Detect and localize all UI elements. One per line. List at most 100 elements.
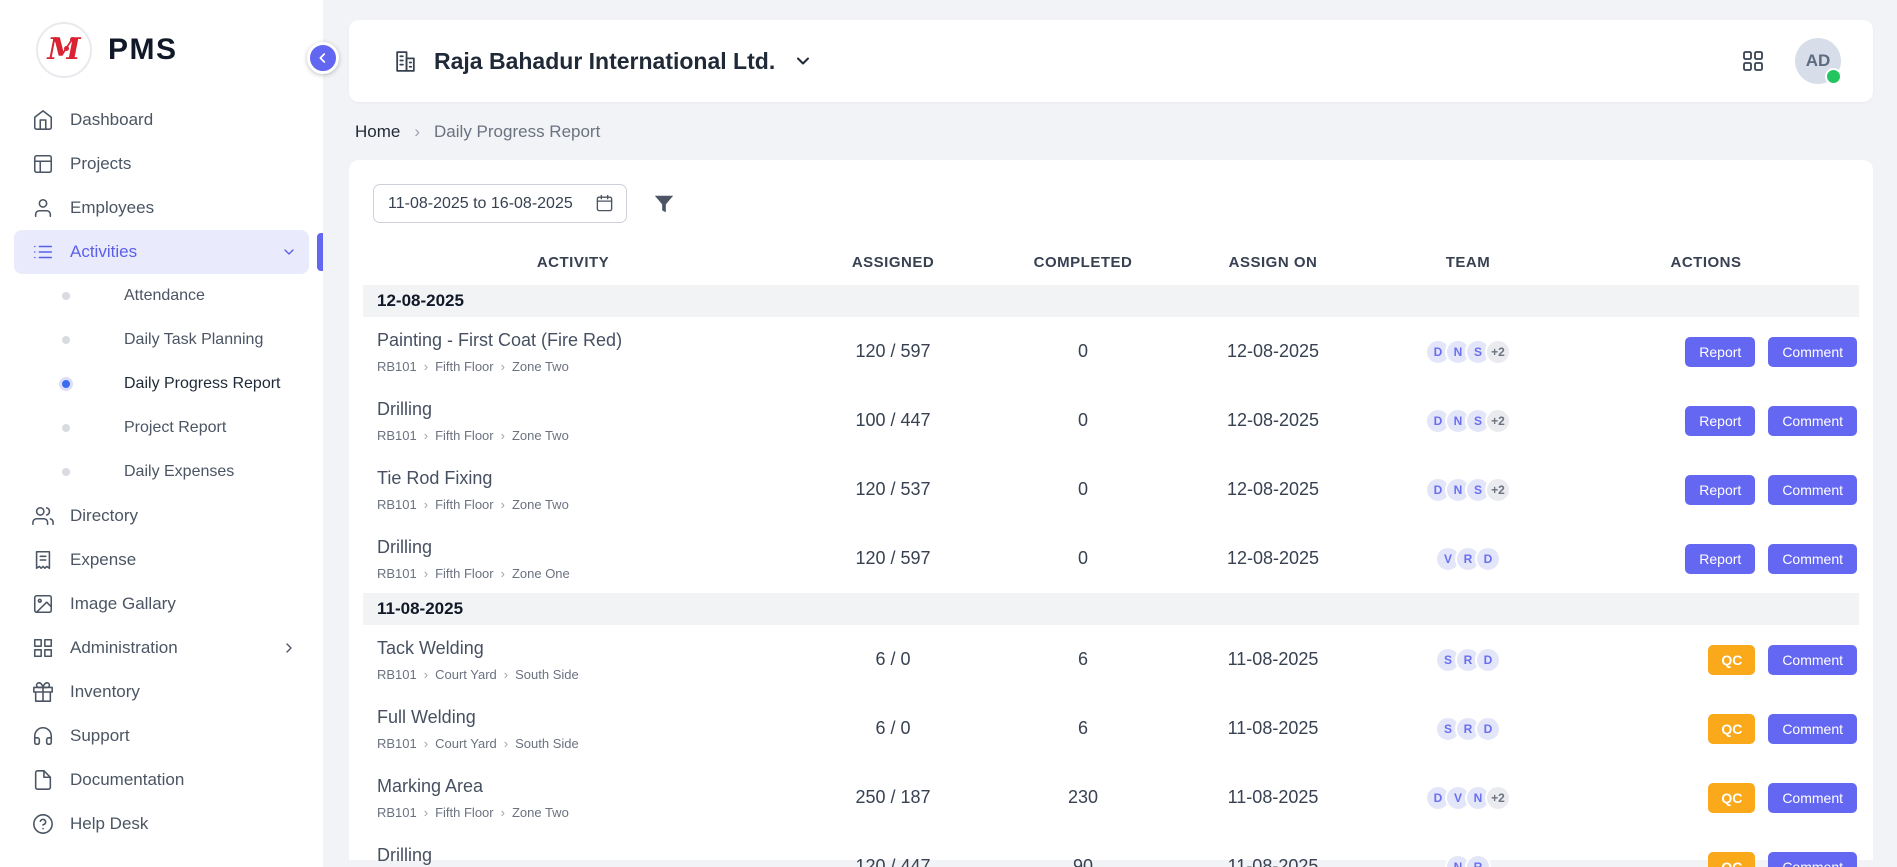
team-avatars: D N S +2 — [1383, 408, 1553, 434]
table-row: Drilling RB101 Fifth Floor Zone Two 120 … — [363, 832, 1859, 867]
comment-button[interactable]: Comment — [1768, 645, 1857, 675]
top-header: Raja Bahadur International Ltd. AD — [349, 20, 1873, 102]
chevron-separator-icon — [504, 736, 508, 751]
sidebar-item-inventory[interactable]: Inventory — [14, 670, 309, 714]
inventory-icon — [32, 681, 54, 703]
qc-button[interactable]: QC — [1708, 852, 1755, 867]
sidebar-item-dashboard[interactable]: Dashboard — [14, 98, 309, 142]
actions-cell: QC Comment — [1553, 783, 1859, 813]
activity-title: Tie Rod Fixing — [377, 468, 783, 489]
building-icon — [393, 49, 418, 74]
sidebar-collapse-button[interactable] — [307, 42, 339, 74]
progress-table: ACTIVITY ASSIGNED COMPLETED ASSIGN ON TE… — [349, 239, 1873, 867]
chevron-down-icon — [281, 244, 297, 260]
chevron-separator-icon — [414, 122, 420, 142]
team-avatar[interactable]: D — [1475, 647, 1501, 673]
sidebar-item-label: Directory — [70, 506, 138, 526]
topbar-right: AD — [1741, 38, 1841, 84]
assigned-value: 100 / 447 — [783, 410, 1003, 431]
assigned-value: 120 / 597 — [783, 548, 1003, 569]
chevron-separator-icon — [501, 359, 505, 374]
table-row: Painting - First Coat (Fire Red) RB101 F… — [363, 317, 1859, 386]
breadcrumb-current: Daily Progress Report — [434, 122, 600, 142]
team-avatar-more[interactable]: +2 — [1485, 408, 1511, 434]
chevron-separator-icon — [424, 667, 428, 682]
sidebar-item-help-desk[interactable]: Help Desk — [14, 802, 309, 846]
column-header-activity: ACTIVITY — [363, 254, 783, 271]
sidebar-item-documentation[interactable]: Documentation — [14, 758, 309, 802]
sidebar-item-daily-task-planning[interactable]: Daily Task Planning — [14, 318, 309, 362]
home-icon — [32, 109, 54, 131]
chevron-separator-icon — [504, 667, 508, 682]
comment-button[interactable]: Comment — [1768, 475, 1857, 505]
report-button[interactable]: Report — [1685, 544, 1755, 574]
sidebar-item-administration[interactable]: Administration — [14, 626, 309, 670]
calendar-icon — [595, 194, 614, 213]
chevron-down-icon — [793, 51, 813, 71]
sidebar-item-project-report[interactable]: Project Report — [14, 406, 309, 450]
apps-grid-icon[interactable] — [1741, 49, 1765, 73]
team-avatar-more[interactable]: +2 — [1485, 477, 1511, 503]
team-avatar-more[interactable]: +2 — [1485, 339, 1511, 365]
assign-on-value: 12-08-2025 — [1163, 341, 1383, 362]
activity-cell: Drilling RB101 Fifth Floor Zone One — [363, 537, 783, 581]
sidebar-item-attendance[interactable]: Attendance — [14, 274, 309, 318]
completed-value: 90 — [1003, 856, 1163, 867]
comment-button[interactable]: Comment — [1768, 544, 1857, 574]
user-avatar[interactable]: AD — [1795, 38, 1841, 84]
sidebar-item-projects[interactable]: Projects — [14, 142, 309, 186]
actions-cell: QC Comment — [1553, 852, 1859, 867]
sidebar-subitem-label: Attendance — [124, 287, 205, 305]
qc-button[interactable]: QC — [1708, 714, 1755, 744]
assign-on-value: 12-08-2025 — [1163, 479, 1383, 500]
activity-title: Drilling — [377, 399, 783, 420]
main-content: Raja Bahadur International Ltd. AD Home … — [323, 0, 1897, 867]
assign-on-value: 11-08-2025 — [1163, 649, 1383, 670]
filter-icon[interactable] — [653, 193, 675, 215]
comment-button[interactable]: Comment — [1768, 714, 1857, 744]
actions-cell: QC Comment — [1553, 714, 1859, 744]
activity-cell: Drilling RB101 Fifth Floor Zone Two — [363, 845, 783, 867]
sidebar-subitem-label: Daily Progress Report — [124, 375, 281, 393]
report-button[interactable]: Report — [1685, 475, 1755, 505]
activity-cell: Painting - First Coat (Fire Red) RB101 F… — [363, 330, 783, 374]
team-avatar[interactable]: R — [1465, 854, 1491, 867]
actions-cell: Report Comment — [1553, 475, 1859, 505]
comment-button[interactable]: Comment — [1768, 337, 1857, 367]
sidebar-item-employees[interactable]: Employees — [14, 186, 309, 230]
qc-button[interactable]: QC — [1708, 645, 1755, 675]
comment-button[interactable]: Comment — [1768, 406, 1857, 436]
activity-path: RB101 Court Yard South Side — [377, 736, 783, 751]
comment-button[interactable]: Comment — [1768, 783, 1857, 813]
breadcrumb-home[interactable]: Home — [355, 122, 400, 142]
sidebar-item-image-gallary[interactable]: Image Gallary — [14, 582, 309, 626]
activity-cell: Marking Area RB101 Fifth Floor Zone Two — [363, 776, 783, 820]
bullet-icon — [62, 380, 70, 388]
sidebar-item-directory[interactable]: Directory — [14, 494, 309, 538]
sidebar-item-activities[interactable]: Activities — [14, 230, 309, 274]
company-selector[interactable]: Raja Bahadur International Ltd. — [393, 48, 813, 75]
logo-mark-icon: M — [36, 22, 92, 78]
comment-button[interactable]: Comment — [1768, 852, 1857, 867]
team-avatar[interactable]: D — [1475, 546, 1501, 572]
team-avatar[interactable]: D — [1475, 716, 1501, 742]
actions-cell: Report Comment — [1553, 337, 1859, 367]
activity-cell: Tie Rod Fixing RB101 Fifth Floor Zone Tw… — [363, 468, 783, 512]
date-range-input[interactable]: 11-08-2025 to 16-08-2025 — [373, 184, 627, 223]
team-avatars: D N S +2 — [1383, 477, 1553, 503]
image-icon — [32, 593, 54, 615]
completed-value: 0 — [1003, 410, 1163, 431]
report-button[interactable]: Report — [1685, 337, 1755, 367]
qc-button[interactable]: QC — [1708, 783, 1755, 813]
activity-cell: Full Welding RB101 Court Yard South Side — [363, 707, 783, 751]
actions-cell: Report Comment — [1553, 406, 1859, 436]
report-button[interactable]: Report — [1685, 406, 1755, 436]
sidebar-item-support[interactable]: Support — [14, 714, 309, 758]
sidebar-item-daily-progress-report[interactable]: Daily Progress Report — [14, 362, 309, 406]
sidebar-item-daily-expenses[interactable]: Daily Expenses — [14, 450, 309, 494]
sidebar-item-label: Inventory — [70, 682, 140, 702]
team-avatar-more[interactable]: +2 — [1485, 785, 1511, 811]
team-avatars: S R D — [1383, 716, 1553, 742]
sidebar-subitem-label: Project Report — [124, 419, 226, 437]
sidebar-item-expense[interactable]: Expense — [14, 538, 309, 582]
